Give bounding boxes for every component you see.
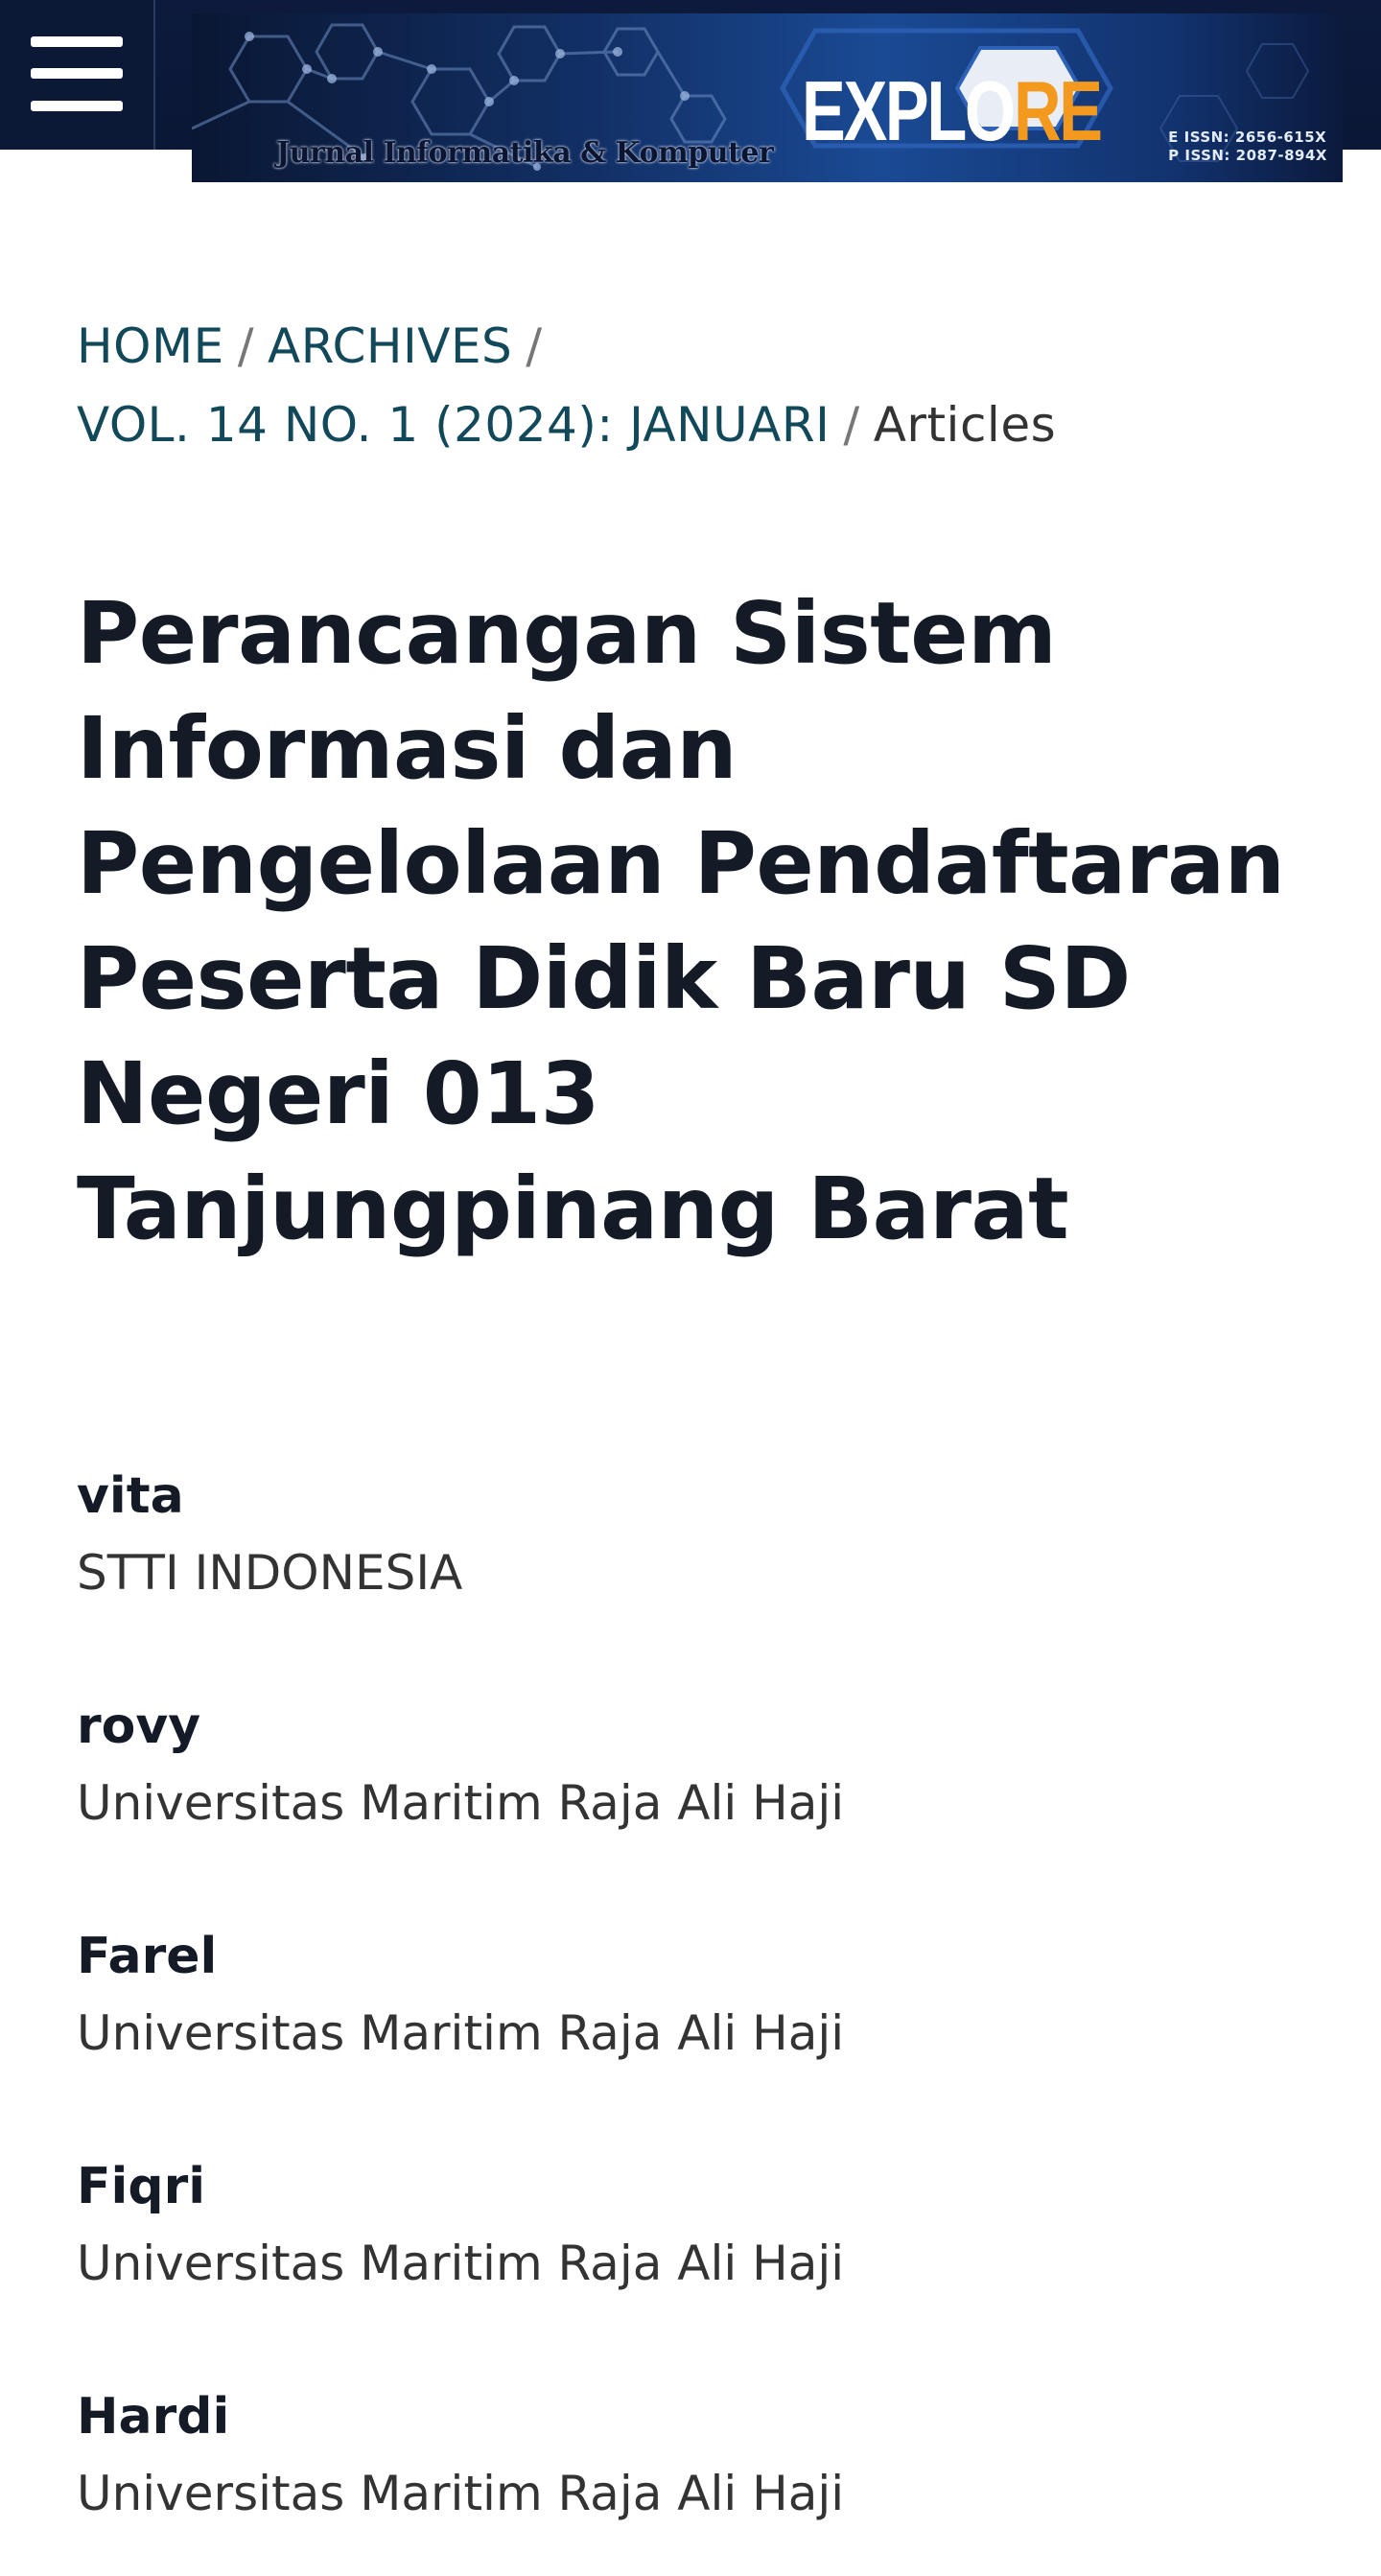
author-name: Fiqri xyxy=(77,2158,206,2215)
author-affiliation: Universitas Maritim Raja Ali Haji xyxy=(77,2005,845,2061)
author-list: vita STTI INDONESIA rovy Universitas Mar… xyxy=(77,1458,1304,2576)
journal-banner[interactable]: EXPLORE Jurnal Informatika & Komputer E … xyxy=(192,13,1343,182)
breadcrumb-separator: / xyxy=(526,318,543,374)
menu-button[interactable] xyxy=(0,0,155,150)
author-affiliation: Universitas Maritim Raja Ali Haji xyxy=(77,2236,845,2291)
breadcrumb-issue-link[interactable]: VOL. 14 NO. 1 (2024): JANUARI xyxy=(77,397,830,453)
article-title: Perancangan Sistem Informasi dan Pengelo… xyxy=(77,583,1285,1258)
author-item: rovy Universitas Maritim Raja Ali Haji xyxy=(77,1688,1304,1918)
author-name: vita xyxy=(77,1467,184,1525)
breadcrumb-separator: / xyxy=(843,397,860,453)
breadcrumb-current: Articles xyxy=(873,397,1057,453)
breadcrumb-line-2: VOL. 14 NO. 1 (2024): JANUARI / Articles xyxy=(77,386,1304,464)
journal-tagline: Jurnal Informatika & Komputer xyxy=(276,136,774,170)
author-item: Farel Universitas Maritim Raja Ali Haji xyxy=(77,1918,1304,2148)
author-name: Farel xyxy=(77,1928,218,1985)
logo-wordmark: EXPLORE xyxy=(802,69,1103,153)
author-item: Fiqri Universitas Maritim Raja Ali Haji xyxy=(77,2148,1304,2378)
issn-info: E ISSN: 2656-615X P ISSN: 2087-894X xyxy=(1168,129,1327,165)
breadcrumb-separator: / xyxy=(237,318,255,374)
author-item: Hardi Universitas Maritim Raja Ali Haji xyxy=(77,2378,1304,2576)
breadcrumb-archives-link[interactable]: ARCHIVES xyxy=(268,318,512,374)
hamburger-menu-icon[interactable] xyxy=(31,36,123,111)
author-affiliation: Universitas Maritim Raja Ali Haji xyxy=(77,1775,845,1831)
breadcrumb-home-link[interactable]: HOME xyxy=(77,318,224,374)
site-header: EXPLORE Jurnal Informatika & Komputer E … xyxy=(0,0,1381,182)
breadcrumb: HOME / ARCHIVES / VOL. 14 NO. 1 (2024): JAN… xyxy=(77,307,1304,464)
logo-text-primary: EXPLO xyxy=(802,63,1016,158)
author-item: vita STTI INDONESIA xyxy=(77,1458,1304,1688)
logo-text-accent: RE xyxy=(1013,63,1103,158)
journal-logo: EXPLORE xyxy=(593,21,1130,155)
issn-print: P ISSN: 2087-894X xyxy=(1168,147,1327,164)
issn-electronic: E ISSN: 2656-615X xyxy=(1168,129,1327,146)
author-name: rovy xyxy=(77,1698,201,1755)
author-name: Hardi xyxy=(77,2388,230,2446)
page: EXPLORE Jurnal Informatika & Komputer E … xyxy=(0,0,1381,2576)
breadcrumb-line-1: HOME / ARCHIVES / xyxy=(77,307,1304,386)
author-affiliation: Universitas Maritim Raja Ali Haji xyxy=(77,2466,845,2521)
author-affiliation: STTI INDONESIA xyxy=(77,1545,463,1601)
